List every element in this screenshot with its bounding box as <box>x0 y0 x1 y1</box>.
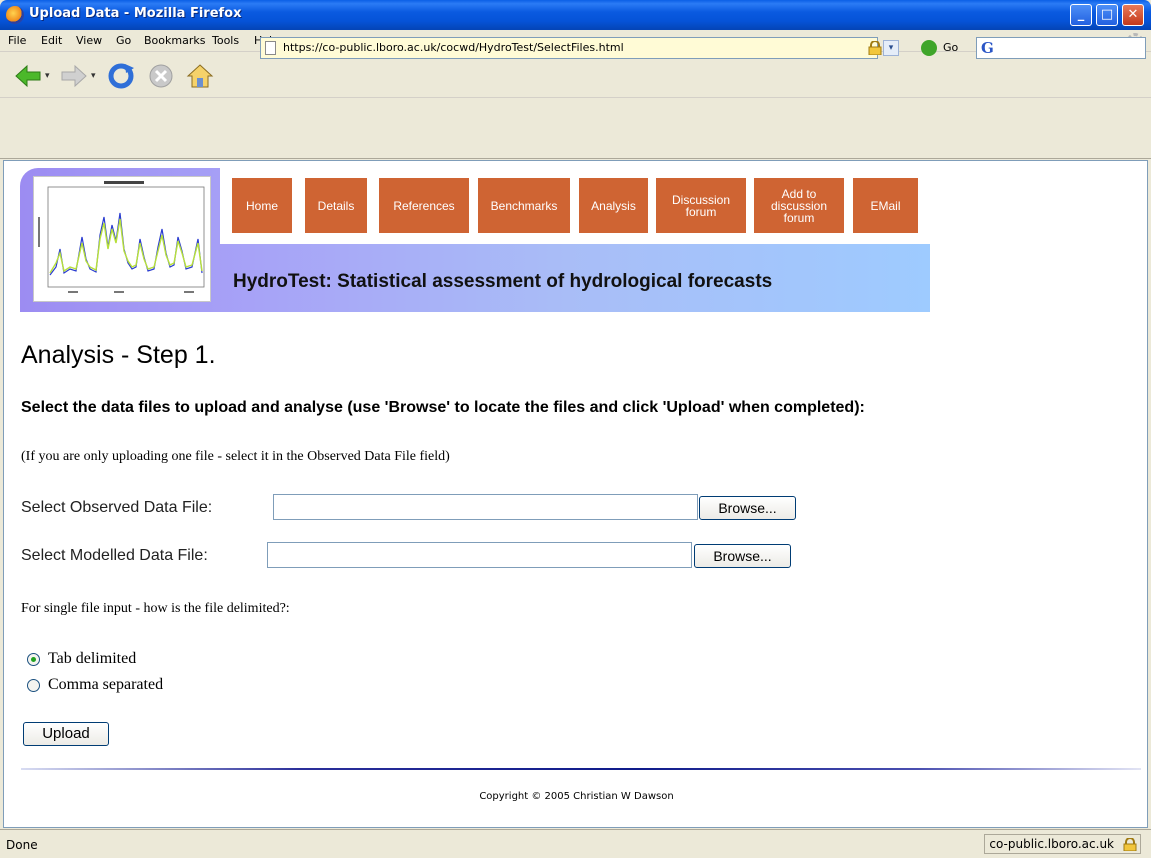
menu-go[interactable]: Go <box>116 34 131 47</box>
url-text: https://co-public.lboro.ac.uk/cocwd/Hydr… <box>283 41 624 54</box>
title-bar: Upload Data - Mozilla Firefox _ □ ✕ <box>0 0 1151 30</box>
observed-file-input[interactable] <box>273 494 698 520</box>
url-bar[interactable]: https://co-public.lboro.ac.uk/cocwd/Hydr… <box>260 37 878 59</box>
forward-dropdown-icon[interactable]: ▾ <box>91 71 96 81</box>
page-icon <box>265 41 276 55</box>
page-title: Analysis - Step 1. <box>21 341 216 369</box>
nav-home[interactable]: Home <box>232 178 292 233</box>
status-text: Done <box>6 838 38 852</box>
forward-arrow-icon <box>61 64 87 88</box>
menu-bookmarks[interactable]: Bookmarks <box>144 34 205 47</box>
hydrograph-image <box>38 181 205 293</box>
stop-button[interactable] <box>147 62 175 90</box>
radio-label-tab: Tab delimited <box>48 650 137 667</box>
nav-benchmarks[interactable]: Benchmarks <box>478 178 570 233</box>
back-arrow-icon <box>15 64 41 88</box>
padlock-icon <box>1123 838 1137 851</box>
radio-button-checked[interactable] <box>27 652 40 666</box>
padlock-icon[interactable] <box>868 41 882 55</box>
radio-comma-separated[interactable]: Comma separated <box>27 676 163 694</box>
nav-details[interactable]: Details <box>305 178 367 233</box>
page-content: Home Details References Benchmarks Analy… <box>3 160 1148 828</box>
home-icon <box>186 64 214 88</box>
google-search-icon: G <box>981 39 994 57</box>
footer-divider <box>21 768 1141 770</box>
bookmarks-toolbar <box>0 119 1151 159</box>
browser-window: Upload Data - Mozilla Firefox _ □ ✕ File… <box>0 0 1151 858</box>
reload-icon <box>108 63 134 89</box>
observed-browse-button[interactable]: Browse... <box>699 496 796 520</box>
radio-button-unchecked[interactable] <box>27 678 40 692</box>
go-button[interactable]: Go <box>943 41 958 54</box>
nav-references[interactable]: References <box>379 178 469 233</box>
modelled-file-label: Select Modelled Data File: <box>21 547 208 564</box>
url-history-dropdown-icon[interactable]: ▾ <box>883 40 899 56</box>
upload-button[interactable]: Upload <box>23 722 109 746</box>
radio-label-comma: Comma separated <box>48 676 164 693</box>
firefox-logo-icon <box>6 6 24 24</box>
search-input[interactable]: G <box>976 37 1146 59</box>
go-arrow-icon[interactable] <box>921 40 937 56</box>
menu-view[interactable]: View <box>76 34 102 47</box>
back-dropdown-icon[interactable]: ▾ <box>45 71 50 81</box>
single-file-note: (If you are only uploading one file - se… <box>21 449 450 464</box>
home-button[interactable] <box>186 62 214 90</box>
menu-edit[interactable]: Edit <box>41 34 62 47</box>
stop-icon <box>149 64 173 88</box>
menu-file[interactable]: File <box>8 34 26 47</box>
secure-host-indicator[interactable]: co-public.lboro.ac.uk <box>984 834 1141 854</box>
close-button[interactable]: ✕ <box>1122 4 1144 26</box>
nav-add-to-discussion-forum[interactable]: Add to discussion forum <box>754 178 844 233</box>
instructions-heading: Select the data files to upload and anal… <box>21 399 865 416</box>
reload-button[interactable] <box>107 62 135 90</box>
back-button[interactable] <box>14 62 42 90</box>
nav-analysis[interactable]: Analysis <box>579 178 648 233</box>
status-bar: Done co-public.lboro.ac.uk <box>0 829 1151 858</box>
maximize-button[interactable]: □ <box>1096 4 1118 26</box>
modelled-browse-button[interactable]: Browse... <box>694 544 791 568</box>
modelled-file-input[interactable] <box>267 542 692 568</box>
nav-discussion-forum[interactable]: Discussion forum <box>656 178 746 233</box>
minimize-button[interactable]: _ <box>1070 4 1092 26</box>
delimiter-question: For single file input - how is the file … <box>21 601 290 616</box>
window-title: Upload Data - Mozilla Firefox <box>29 6 242 21</box>
site-title: HydroTest: Statistical assessment of hyd… <box>233 271 773 292</box>
copyright-text: Copyright © 2005 Christian W Dawson <box>479 791 674 802</box>
nav-email[interactable]: EMail <box>853 178 918 233</box>
hydrograph-thumbnail <box>33 176 211 302</box>
observed-file-label: Select Observed Data File: <box>21 499 213 516</box>
menu-tools[interactable]: Tools <box>212 34 239 47</box>
radio-tab-delimited[interactable]: Tab delimited <box>27 650 136 668</box>
forward-button[interactable] <box>60 62 88 90</box>
